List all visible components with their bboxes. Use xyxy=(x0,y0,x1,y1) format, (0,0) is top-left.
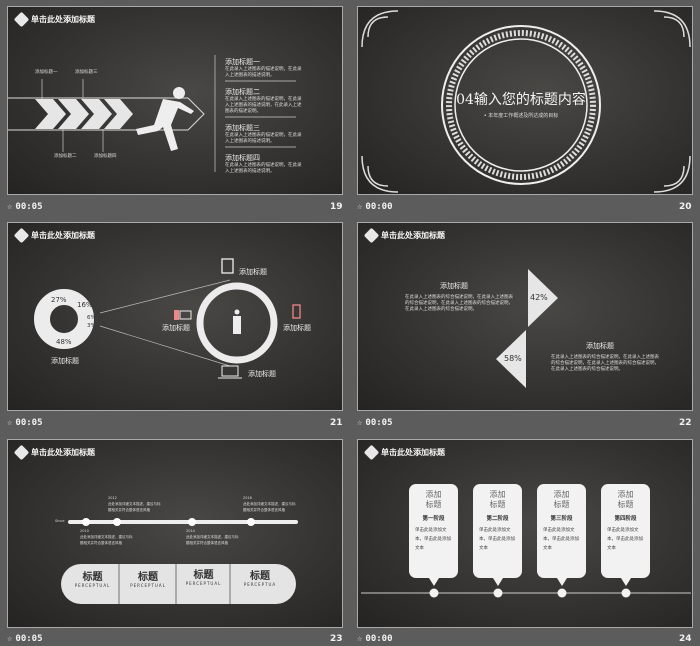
slide-thumbnail-23[interactable]: 单击此处添加标题 Since 2012 此处添加详细文本描述，建议与标题相关并符合… xyxy=(7,439,343,628)
transition-star-icon: ☆ xyxy=(7,202,13,212)
slide-thumbnail-19[interactable]: 单击此处添加标题 添加标题一 添加标题三 添加标题二 添加标题四 添加标题一 在此… xyxy=(7,6,343,195)
block-title: 添加标题 xyxy=(586,342,614,350)
transition-star-icon: ☆ xyxy=(7,634,13,644)
stage-card-2: 添加标题 第二阶段 单击此处添加文本，单击此处添加文本 xyxy=(479,490,515,551)
donut-diagram xyxy=(34,258,301,379)
item-1: 添加标题一 在此录入上述图表的描述说明，在此录入上述图表的描述说明。 xyxy=(225,58,302,78)
label-1: 添加标题一 xyxy=(35,70,58,75)
donut-title: 添加标题 xyxy=(51,357,79,365)
icon-label: 添加标题 xyxy=(239,268,267,276)
percent-label: 58% xyxy=(504,354,522,363)
slide-timing-19: ☆ 00:05 xyxy=(7,202,43,212)
slide-thumbnail-21[interactable]: 单击此处添加标题 27% 16% 6% 3% 48% 添加标题 添加标题 添加标… xyxy=(7,222,343,411)
slide-timing-21: ☆ 00:05 xyxy=(7,418,43,428)
item-3: 添加标题三 在此录入上述图表的描述说明，在此录入上述图表的描述说明。 xyxy=(225,124,302,144)
label-4: 添加标题四 xyxy=(94,154,117,159)
donut-label: 6% xyxy=(87,315,96,321)
donut-label: 16% xyxy=(77,301,93,309)
slide-number-24: 24 xyxy=(679,634,692,644)
slide-thumbnail-22[interactable]: 单击此处添加标题 42% 58% 添加标题 在此录入上述图表的综合描述说明，在此… xyxy=(357,222,693,411)
slide-number-19: 19 xyxy=(330,202,343,212)
year-2014: 2014 此处添加详细文本描述，建议与标题相关并符合整体语言风格 xyxy=(186,529,239,545)
slide-number-22: 22 xyxy=(679,418,692,428)
percent-label: 42% xyxy=(530,293,548,302)
section-title: 04输入您的标题内容 xyxy=(456,92,586,108)
slide-timing-22: ☆ 00:05 xyxy=(357,418,393,428)
transition-star-icon: ☆ xyxy=(357,202,363,212)
slide-number-20: 20 xyxy=(679,202,692,212)
since-label: Since xyxy=(55,519,65,523)
tab-4: 标题 PERCEPTUA xyxy=(243,571,277,587)
tab-3: 标题 PERCEPTUAL xyxy=(185,570,222,586)
block-title: 添加标题 xyxy=(440,282,468,290)
laptop-icon xyxy=(221,365,239,377)
year-2016: 2016 此处添加详细文本描述，建议与标题相关并符合整体语言风格 xyxy=(243,496,296,512)
triangle-diagram xyxy=(496,269,558,388)
slide-thumbnail-24[interactable]: 单击此处添加标题 添加标题 第一阶段 单击此处添加文本，单击此处添加文本 添加标题第… xyxy=(357,439,693,628)
block-body: 在此录入上述图表的综合描述说明，在此录入上述图表的综合描述说明，在此录入上述图表… xyxy=(405,295,513,312)
slide-timing-24: ☆ 00:00 xyxy=(357,634,393,644)
year-2012: 2012 此处添加详细文本描述，建议与标题相关并符合整体语言风格 xyxy=(108,496,161,512)
block-body: 在此录入上述图表的综合描述说明，在此录入上述图表的综合描述说明，在此录入上述图表… xyxy=(551,355,659,372)
slide-timing-23: ☆ 00:05 xyxy=(7,634,43,644)
tab-1: 标题 PERCEPTUAL xyxy=(74,572,111,588)
item-4: 添加标题四 在此录入上述图表的描述说明，在此录入上述图表的描述说明。 xyxy=(225,154,302,174)
timeline xyxy=(61,518,298,604)
item-2: 添加标题二 在此录入上述图表的描述说明，在此录入上述图表的描述说明，在此录入上述图… xyxy=(225,88,302,114)
desktop-icon xyxy=(174,310,179,320)
transition-star-icon: ☆ xyxy=(357,634,363,644)
label-2: 添加标题二 xyxy=(54,154,77,159)
tablet-icon xyxy=(221,258,234,274)
stage-card-4: 添加标题 第四阶段 单击此处添加文本，单击此处添加文本 xyxy=(607,490,643,551)
phone-icon xyxy=(292,304,301,319)
transition-star-icon: ☆ xyxy=(7,418,13,428)
stage-card-1: 添加标题 第一阶段 单击此处添加文本，单击此处添加文本 xyxy=(415,490,451,551)
donut-label: 27% xyxy=(51,296,67,304)
section-subtitle: • 本年度工作概述及所达成的目标 xyxy=(483,113,559,119)
slide-number-21: 21 xyxy=(330,418,343,428)
donut-label: 3% xyxy=(87,323,96,329)
year-2010: 2010 此处添加详细文本描述，建议与标题相关并符合整体语言风格 xyxy=(80,529,133,545)
icon-label: 添加标题 xyxy=(248,370,276,378)
slide-number-23: 23 xyxy=(330,634,343,644)
tab-2: 标题 PERCEPTUAL xyxy=(130,572,166,588)
slide-thumbnail-20[interactable]: 04输入您的标题内容 • 本年度工作概述及所达成的目标 xyxy=(357,6,693,195)
person-icon xyxy=(233,309,241,334)
icon-label: 添加标题 xyxy=(162,324,190,332)
transition-star-icon: ☆ xyxy=(357,418,363,428)
donut-label: 48% xyxy=(56,338,72,346)
icon-label: 添加标题 xyxy=(283,324,311,332)
slide-timing-20: ☆ 00:00 xyxy=(357,202,393,212)
stage-card-3: 添加标题 第三阶段 单击此处添加文本，单击此处添加文本 xyxy=(543,490,579,551)
label-3: 添加标题三 xyxy=(75,70,98,75)
runner-icon xyxy=(136,87,194,151)
